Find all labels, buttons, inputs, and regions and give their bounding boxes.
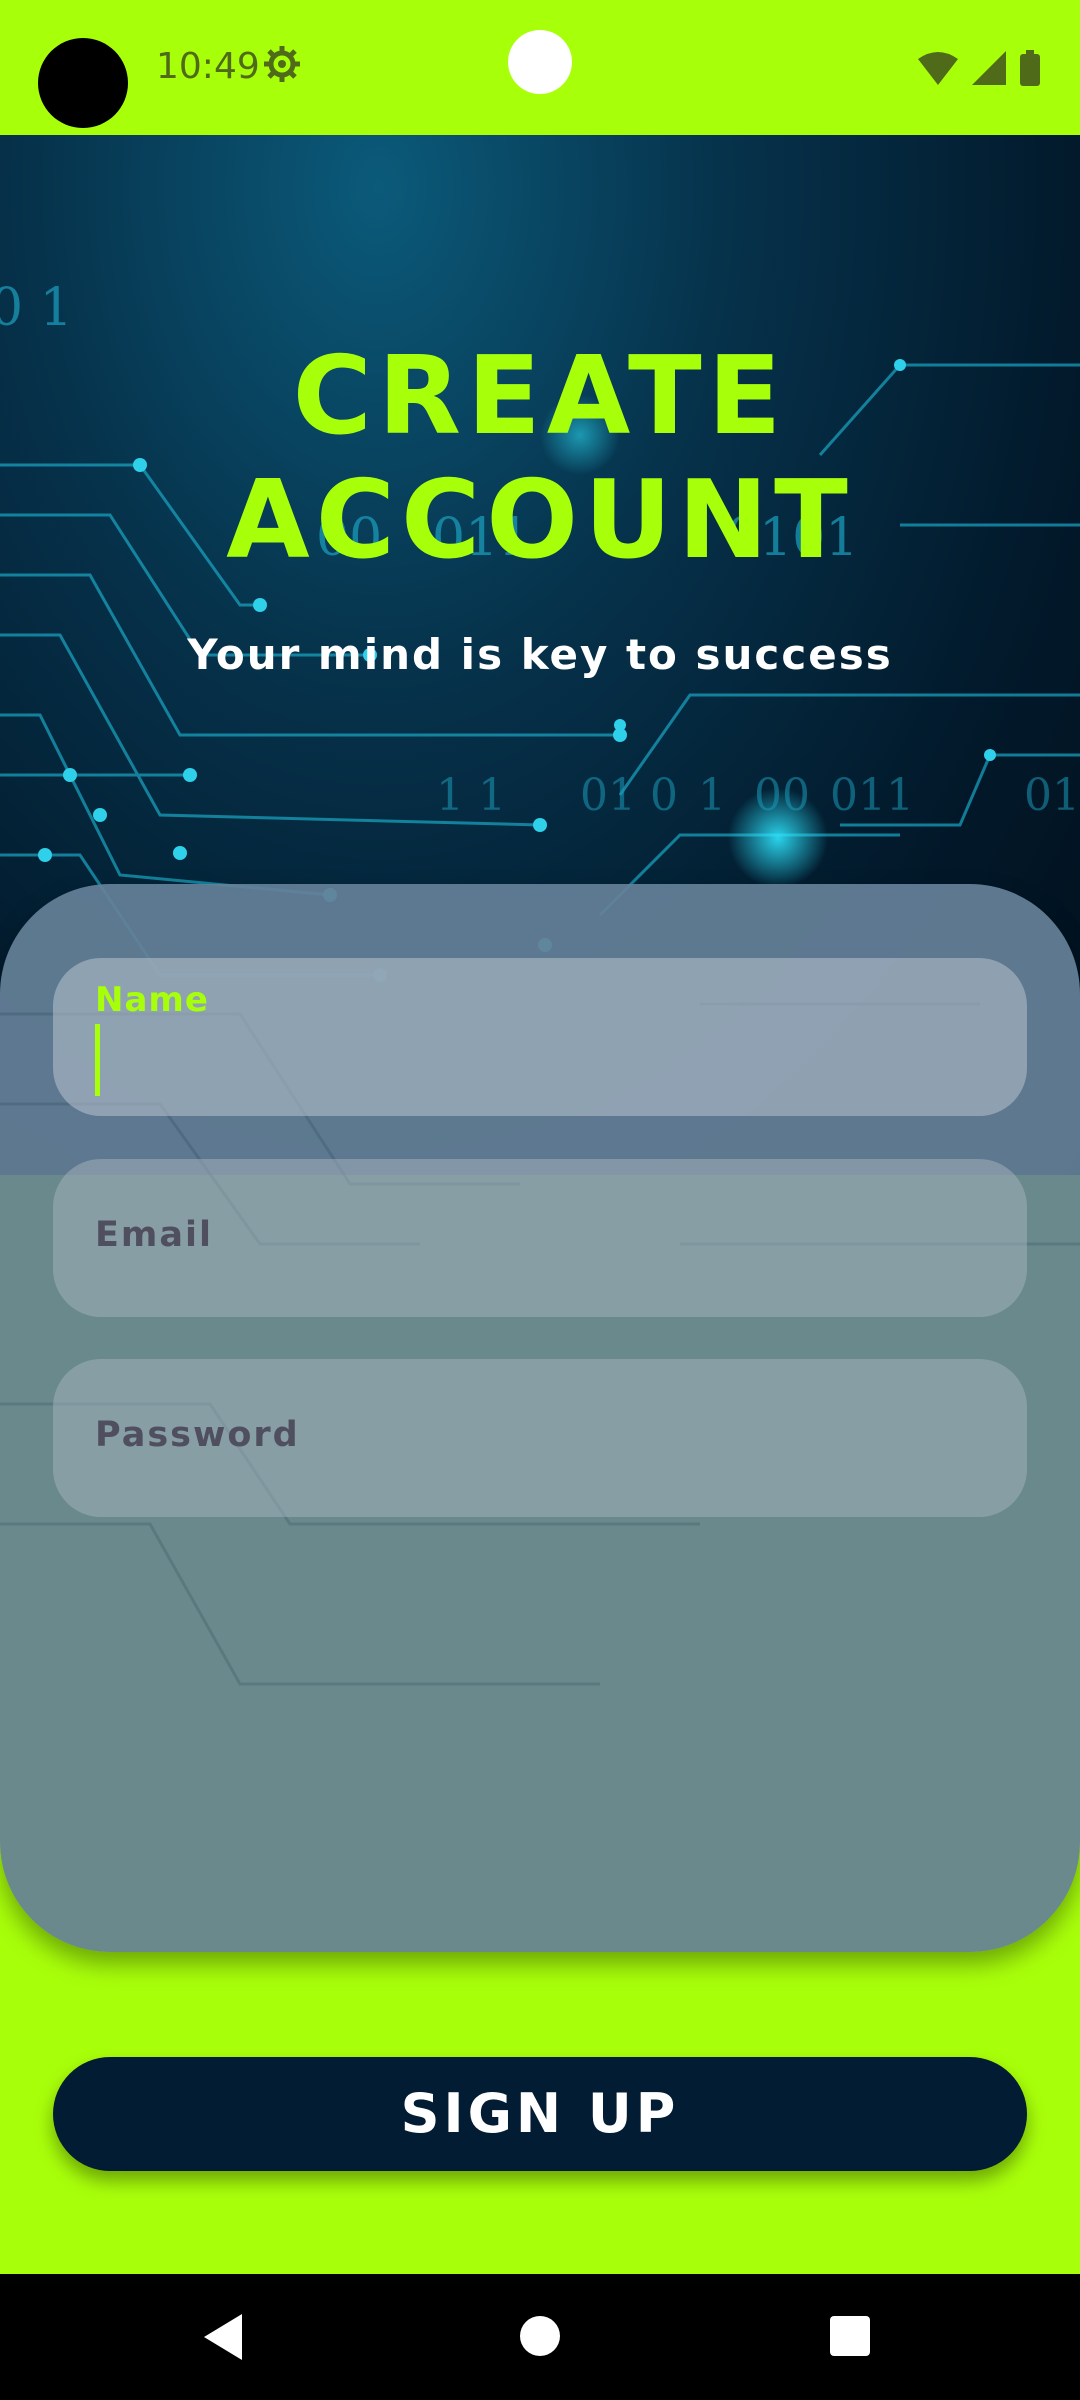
page-subtitle: Your mind is key to success — [187, 630, 893, 679]
settings-gear-icon — [264, 46, 300, 82]
text-cursor — [95, 1024, 100, 1096]
svg-text:0 1: 0 1 — [0, 278, 73, 338]
email-field[interactable]: Email — [53, 1159, 1027, 1317]
svg-text:0: 0 — [650, 770, 678, 821]
navigation-bar — [0, 2274, 1080, 2400]
status-bar: 10:49 — [0, 0, 1080, 135]
password-field[interactable]: Password — [53, 1359, 1027, 1517]
email-placeholder: Email — [95, 1215, 213, 1255]
password-placeholder: Password — [95, 1415, 300, 1455]
cell-signal-icon — [972, 51, 1006, 85]
recents-icon[interactable] — [830, 2316, 870, 2356]
svg-text:00: 00 — [754, 770, 810, 821]
sign-up-button[interactable]: SIGN UP — [53, 2057, 1027, 2171]
status-time: 10:49 — [156, 46, 260, 87]
page-title: CREATE ACCOUNT — [226, 334, 854, 583]
front-camera-dot — [508, 30, 572, 94]
home-icon[interactable] — [520, 2316, 560, 2356]
camera-cutout — [38, 38, 128, 128]
svg-text:01: 01 — [580, 770, 636, 821]
wifi-icon — [918, 52, 958, 85]
name-field-label: Name — [95, 980, 209, 1020]
name-field[interactable]: Name — [53, 958, 1027, 1116]
svg-text:1 1: 1 1 — [436, 770, 506, 821]
back-icon[interactable] — [204, 2314, 242, 2360]
signup-form-card: Name Email Password — [0, 884, 1080, 1952]
svg-text:010: 010 — [1024, 770, 1080, 821]
svg-text:1: 1 — [698, 770, 726, 821]
svg-text:011: 011 — [830, 770, 914, 821]
system-icons — [918, 48, 1040, 88]
battery-icon — [1020, 50, 1040, 86]
